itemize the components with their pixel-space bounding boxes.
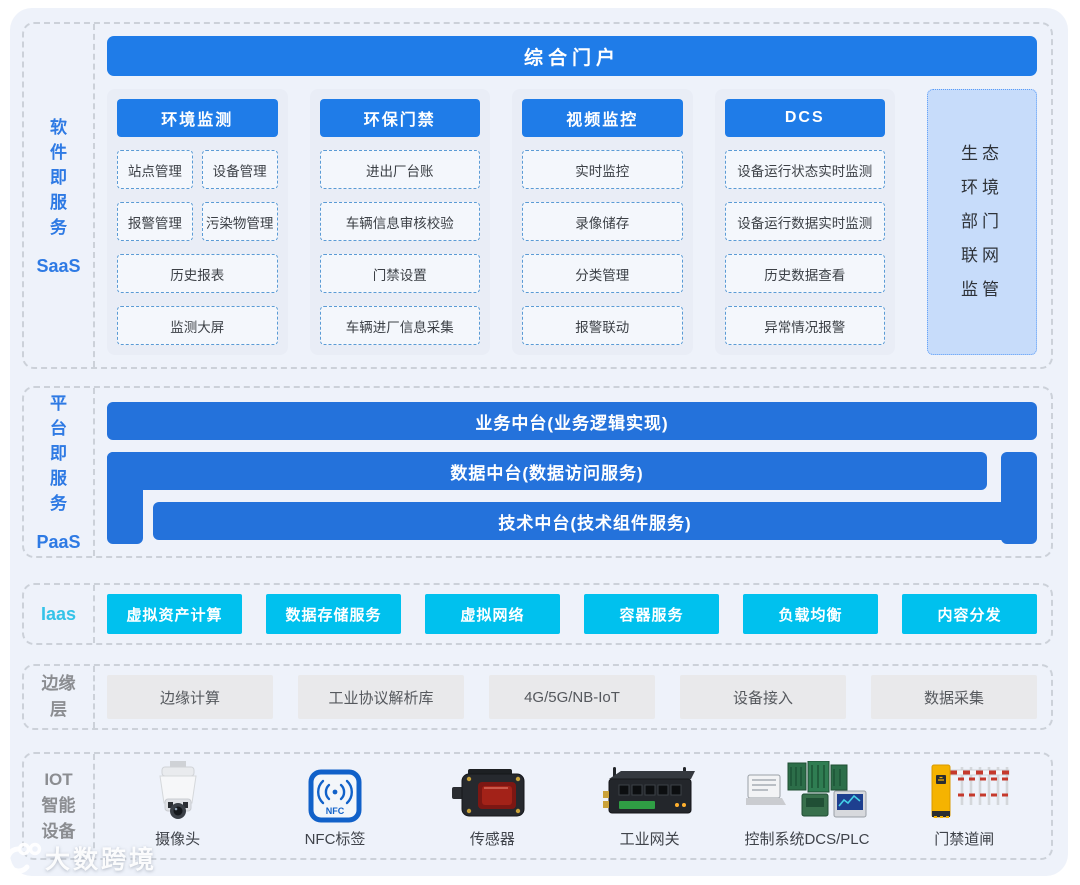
nfc-icon: NFC — [308, 758, 362, 823]
saas-item: 污染物管理 — [201, 202, 278, 241]
camera-icon — [152, 758, 204, 823]
barrier-gate-icon — [916, 758, 1012, 823]
paas-section-label: 平 台 即 服 务 PaaS — [24, 388, 95, 556]
device-name: 门禁道闸 — [934, 831, 995, 848]
device-name: 摄像头 — [155, 831, 201, 848]
saas-item: 实时监控 — [522, 150, 683, 189]
saas-label-en: SaaS — [36, 255, 81, 276]
tech-middle-platform-bar: 技术中台(技术组件服务) — [153, 502, 1037, 540]
saas-item: 进出厂台账 — [319, 150, 480, 189]
saas-content: 综合门户 环境监测 站点管理 设备管理 报警管理 污染物管理 历史报表 监测大屏… — [95, 24, 1051, 367]
paas-section: 平 台 即 服 务 PaaS 业务中台(业务逻辑实现) 数据中台(数据访问服务)… — [22, 386, 1053, 558]
saas-item: 设备运行状态实时监测 — [724, 150, 885, 189]
saas-label-cn: 软 件 即 服 务 — [50, 117, 67, 237]
saas-item: 设备管理 — [201, 150, 278, 189]
saas-item: 车辆进厂信息采集 — [319, 306, 480, 345]
iaas-section: Iaas 虚拟资产计算 数据存储服务 虚拟网络 容器服务 负载均衡 内容分发 — [22, 583, 1053, 645]
saas-section: 软 件 即 服 务 SaaS 综合门户 环境监测 站点管理 设备管理 报警管理 … — [22, 22, 1053, 369]
device-name: NFC标签 — [304, 831, 366, 848]
device-name: 工业网关 — [619, 831, 680, 848]
edge-section-label: 边缘 层 — [24, 666, 95, 728]
saas-item: 车辆信息审核校验 — [319, 202, 480, 241]
saas-item: 站点管理 — [117, 150, 193, 189]
device-camera: 摄像头 — [99, 758, 256, 854]
column-access-control: 环保门禁 进出厂台账 车辆信息审核校验 门禁设置 车辆进厂信息采集 — [309, 89, 490, 355]
sensor-icon — [452, 758, 532, 823]
column-header: 视频监控 — [522, 99, 683, 137]
iaas-item: 容器服务 — [584, 594, 719, 634]
iot-label: IOT 智能 设备 — [41, 770, 76, 841]
edge-item: 设备接入 — [680, 675, 846, 719]
saas-item: 门禁设置 — [319, 254, 480, 293]
saas-item: 录像储存 — [522, 202, 683, 241]
saas-item: 监测大屏 — [117, 306, 278, 345]
iot-section-label: IOT 智能 设备 — [24, 754, 95, 858]
column-env-monitoring: 环境监测 站点管理 设备管理 报警管理 污染物管理 历史报表 监测大屏 — [107, 89, 288, 355]
saas-item: 历史数据查看 — [724, 254, 885, 293]
column-dcs: DCS 设备运行状态实时监测 设备运行数据实时监测 历史数据查看 异常情况报警 — [714, 89, 895, 355]
device-name: 传感器 — [469, 831, 515, 848]
iaas-item: 内容分发 — [902, 594, 1037, 634]
plc-icon — [745, 758, 868, 823]
business-middle-platform-bar: 业务中台(业务逻辑实现) — [107, 402, 1037, 440]
device-plc: 控制系统DCS/PLC — [728, 758, 885, 854]
iaas-item: 虚拟网络 — [425, 594, 560, 634]
iaas-item: 虚拟资产计算 — [107, 594, 242, 634]
edge-item: 工业协议解析库 — [298, 675, 464, 719]
edge-item: 边缘计算 — [107, 675, 273, 719]
saas-item: 分类管理 — [522, 254, 683, 293]
device-gateway: 工业网关 — [571, 758, 728, 854]
saas-item: 设备运行数据实时监测 — [724, 202, 885, 241]
device-nfc-tag: NFC NFC标签 — [256, 758, 413, 854]
column-header: 环境监测 — [117, 99, 278, 137]
device-barrier-gate: 门禁道闸 — [886, 758, 1043, 854]
paas-label-cn: 平 台 即 服 务 — [50, 394, 67, 513]
saas-item: 历史报表 — [117, 254, 278, 293]
iaas-section-label: Iaas — [24, 585, 95, 643]
column-header: DCS — [724, 99, 885, 137]
iaas-item: 负载均衡 — [743, 594, 878, 634]
saas-columns: 环境监测 站点管理 设备管理 报警管理 污染物管理 历史报表 监测大屏 环保门禁… — [107, 89, 1037, 355]
column-video-surveillance: 视频监控 实时监控 录像储存 分类管理 报警联动 — [512, 89, 693, 355]
device-sensor: 传感器 — [414, 758, 571, 854]
edge-item: 4G/5G/NB-IoT — [489, 675, 655, 719]
edge-item: 数据采集 — [871, 675, 1037, 719]
architecture-panel: 软 件 即 服 务 SaaS 综合门户 环境监测 站点管理 设备管理 报警管理 … — [10, 8, 1068, 876]
iaas-item: 数据存储服务 — [266, 594, 401, 634]
paas-label-en: PaaS — [36, 532, 81, 552]
saas-section-label: 软 件 即 服 务 SaaS — [24, 24, 95, 367]
device-name: 控制系统DCS/PLC — [744, 831, 870, 848]
paas-bars: 业务中台(业务逻辑实现) 数据中台(数据访问服务) 技术中台(技术组件服务) — [107, 388, 1037, 556]
saas-item: 异常情况报警 — [724, 306, 885, 345]
saas-item: 报警联动 — [522, 306, 683, 345]
gateway-icon — [602, 758, 697, 823]
data-middle-platform-bar: 数据中台(数据访问服务) — [107, 452, 987, 490]
eco-env-regulator-text: 生态 环境 部门 联网 监管 — [961, 144, 1003, 299]
edge-section: 边缘 层 边缘计算 工业协议解析库 4G/5G/NB-IoT 设备接入 数据采集 — [22, 664, 1053, 730]
iot-section: IOT 智能 设备 摄像头 NFC NFC标签 传感器 工业网关 控制系统DCS… — [22, 752, 1053, 860]
iaas-label: Iaas — [40, 603, 77, 624]
saas-item: 报警管理 — [117, 202, 193, 241]
column-header: 环保门禁 — [319, 99, 480, 137]
edge-label: 边缘 层 — [41, 674, 76, 719]
nfc-icon-text: NFC — [326, 806, 345, 816]
eco-env-regulator-box: 生态 环境 部门 联网 监管 — [927, 89, 1037, 355]
portal-header: 综合门户 — [107, 36, 1037, 76]
